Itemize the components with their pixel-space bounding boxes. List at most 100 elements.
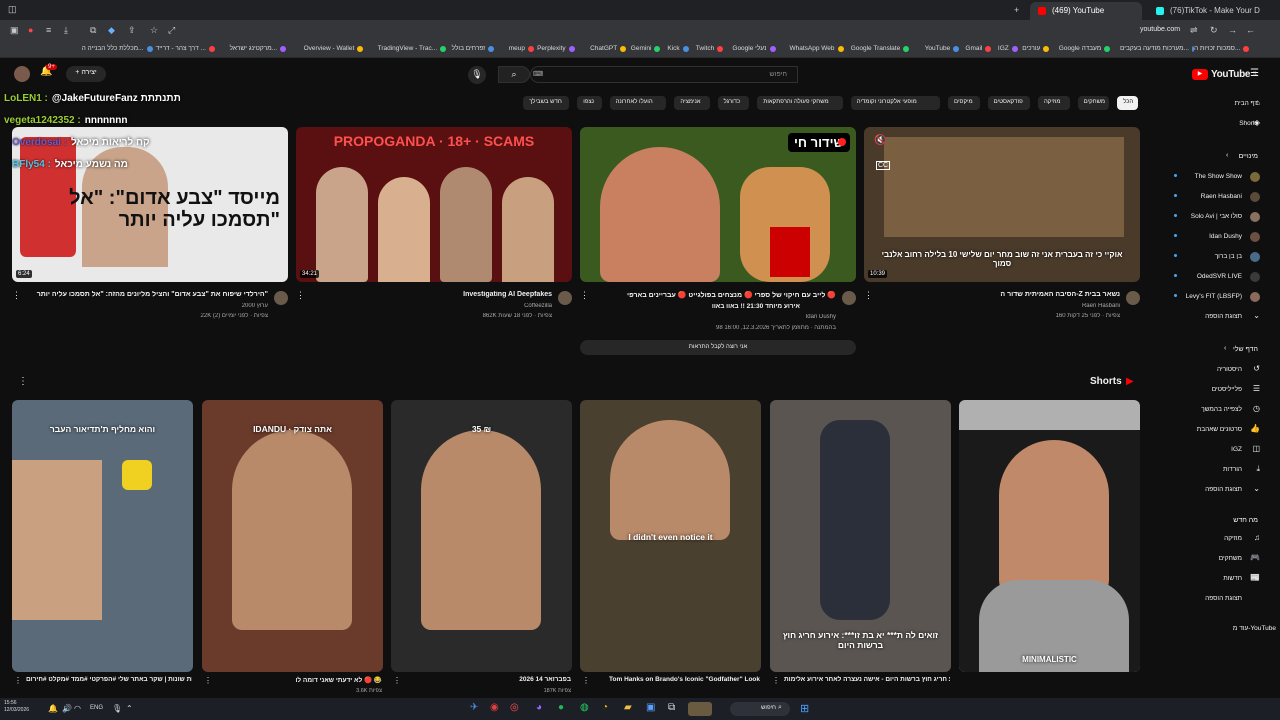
bookmark-item[interactable]: WhatsApp Web [790,45,851,52]
short-thumbnail[interactable]: I didn't even notice it [580,400,761,672]
bookmark-item[interactable]: מרקטינג ישראל... [230,45,304,52]
extensions-icon[interactable]: ▣ [10,25,19,36]
forward-icon[interactable]: → [1228,25,1237,35]
bookmark-item[interactable]: Google נעלי [732,45,789,52]
download-icon[interactable]: ⤓ [64,25,68,36]
task-view-icon[interactable]: ⧉ [668,702,675,713]
video-title[interactable]: Investigating AI Deepfakes [310,291,552,298]
voice-search-mic-icon[interactable]: 🎙 [468,66,486,84]
short-thumbnail[interactable]: MINIMALISTIC [959,400,1140,672]
chip-3[interactable]: פודקאסטים [987,96,1030,110]
video-channel[interactable]: ערוץ 2000 [26,303,268,309]
sidebar-you-3[interactable]: סרטונים שאהבת [1197,426,1242,433]
subs-header[interactable]: מינויים [1239,153,1258,160]
video-thumbnail[interactable]: מייסד "צבע אדום": "אל תסמכו עליה יותר" 6:… [12,127,288,282]
video-thumbnail[interactable]: שידור חי [580,127,856,282]
chip-0[interactable]: הכל [1117,96,1138,110]
chip-7[interactable]: כדורגל [717,96,750,110]
chrome-icon[interactable]: ◔ [602,702,608,713]
short-title[interactable]: 2026 בפברואר 14 [405,676,571,683]
channel-avatar[interactable] [558,291,572,305]
bookmark-item[interactable]: IGZ [998,45,1022,52]
avatar[interactable] [14,66,30,82]
record-icon[interactable]: ● [28,25,33,35]
app-thumbnail[interactable] [688,702,712,716]
channel-avatar[interactable] [842,291,856,305]
sidebar-you-2[interactable]: לצפייה בהמשך [1201,406,1242,413]
sidebar-you-5[interactable]: הורדות [1223,466,1242,473]
language-indicator[interactable]: ENG [90,705,103,711]
tab-menu-icon[interactable]: ◫ [8,4,17,15]
wifi-icon[interactable]: ◠ [74,704,81,713]
sidebar-sub-1[interactable]: Raen Hasbani [1201,193,1242,200]
bookmark-item[interactable]: מערכות מודעה בעקבים... [1120,45,1194,52]
tab-tiktok[interactable]: (76)TikTok - Make Your Day [1148,2,1260,20]
short-menu-icon[interactable]: ⋮ [582,676,590,685]
bookmark-item[interactable]: Twitch [696,45,733,52]
sidebar-explore-0[interactable]: מוזיקה [1224,535,1242,542]
search-button[interactable]: ⌕ [498,66,530,83]
bookmark-item[interactable]: TradingView - Trac... [378,45,452,52]
bookmark-item[interactable]: Gemini [631,45,668,52]
chip-6[interactable]: משחקי פעולה והרפתקאות [757,96,843,110]
chip-5[interactable]: מופעי אלקטרוני וקומדיה [850,96,940,110]
discord-icon[interactable]: ◕ [536,702,542,713]
pin-app-icon[interactable]: ✈ [470,702,478,713]
video-title[interactable]: לייב עם חיקוי של ספרי 🔴 מנצחים בפולגייט … [594,291,836,299]
bookmark-item[interactable]: ChatGPT [590,45,631,52]
video-menu-icon[interactable]: ⋮ [580,290,589,301]
chip-1[interactable]: משחקים [1077,96,1110,110]
bookmark-item[interactable]: זפרחים בולל [452,45,509,52]
sidebar-sub-0[interactable]: The Show Show [1195,173,1242,180]
start-windows-icon[interactable]: ⊞ [800,702,809,715]
video-menu-icon[interactable]: ⋮ [864,290,873,301]
sidebar-sub-6[interactable]: Levy's FIT (LBSFP) [1186,293,1242,300]
short-menu-icon[interactable]: ⋮ [772,676,780,685]
bookmark-item[interactable]: YouTube [925,45,966,52]
bookmark-item[interactable]: meup [509,45,537,52]
bookmark-item[interactable]: דרך צהר - דרייד ... [156,45,230,52]
sidebar-you-1[interactable]: פלייליסטים [1212,386,1242,393]
mic-tray-icon[interactable]: 🎙 [112,704,122,713]
bookmark-item[interactable]: סמכות זכויות ה... [1194,45,1268,52]
sidebar-you-0[interactable]: היסטוריה [1217,366,1242,373]
sidebar-sub-5[interactable]: OdedSVR LIVE [1197,273,1242,280]
sidebar-sub-3[interactable]: Idan Dushy [1209,233,1242,240]
chip-8[interactable]: אנימציה [674,96,710,110]
extension-blue-icon[interactable]: ◆ [108,25,115,36]
site-settings-icon[interactable]: ⇌ [1190,25,1198,36]
address-bar[interactable]: youtube.com [1140,26,1180,33]
youtube-logo[interactable]: ▶ YouTube IL [1192,66,1257,82]
video-channel[interactable]: Coffeezilla [310,303,552,309]
channel-avatar[interactable] [1126,291,1140,305]
bookmark-item[interactable]: Google Translate [851,45,925,52]
short-title[interactable]: Tom Hanks on Brando's Iconic "Godfather"… [594,676,760,683]
short-thumbnail[interactable]: והוא מחליף ת'תדיאור העבר [12,400,193,672]
video-channel[interactable]: Raen Hasbani [878,303,1120,309]
chip-11[interactable]: חדש בשבילך [523,96,570,110]
chip-10[interactable]: נצפו [577,96,602,110]
clock[interactable]: 15:56 12/03/2026 [4,700,29,714]
search-input[interactable]: חיפוש [530,66,798,83]
video-thumbnail[interactable]: אוקיי כי זה בעברית אני זה שוב מחר יום של… [864,127,1140,282]
short-title[interactable]: לא ידעתי שאני דומה לו 🔴 😂 [216,676,382,684]
short-menu-icon[interactable]: ⋮ [393,676,401,685]
bookmark-item[interactable]: Kick [667,45,695,52]
app-icon-opera[interactable]: ◎ [510,702,519,713]
show-more-explore[interactable]: תצוגת הוספה [1205,595,1242,602]
video-menu-icon[interactable]: ⋮ [12,290,21,301]
sidebar-sub-4[interactable]: בן בן ברוך [1215,253,1242,260]
video-menu-icon[interactable]: ⋮ [296,290,305,301]
chip-4[interactable]: מיקסים [948,96,980,110]
bookmark-item[interactable]: Overview - Wallet [304,45,378,52]
menu-icon[interactable]: ≡ [46,25,51,35]
reload-icon[interactable]: ↻ [1210,25,1218,36]
bookmark-item[interactable]: Gmail [965,45,998,52]
video-title[interactable]: הירלדי שיפוח את "צבע אדום" והציל מליונים… [26,291,268,298]
app-icon-red[interactable]: ◉ [490,702,499,713]
hamburger-menu-icon[interactable]: ☰ [1250,68,1259,79]
sidebar-you-4[interactable]: IGZ [1231,446,1242,453]
short-title[interactable]: מגזרים פרקטים למגל" ושריה בשרות שונות | … [26,676,192,683]
video-thumbnail[interactable]: PROPOGANDA · 18+ · SCAMS 34:21 [296,127,572,282]
share-icon[interactable]: ⇪ [128,25,136,36]
